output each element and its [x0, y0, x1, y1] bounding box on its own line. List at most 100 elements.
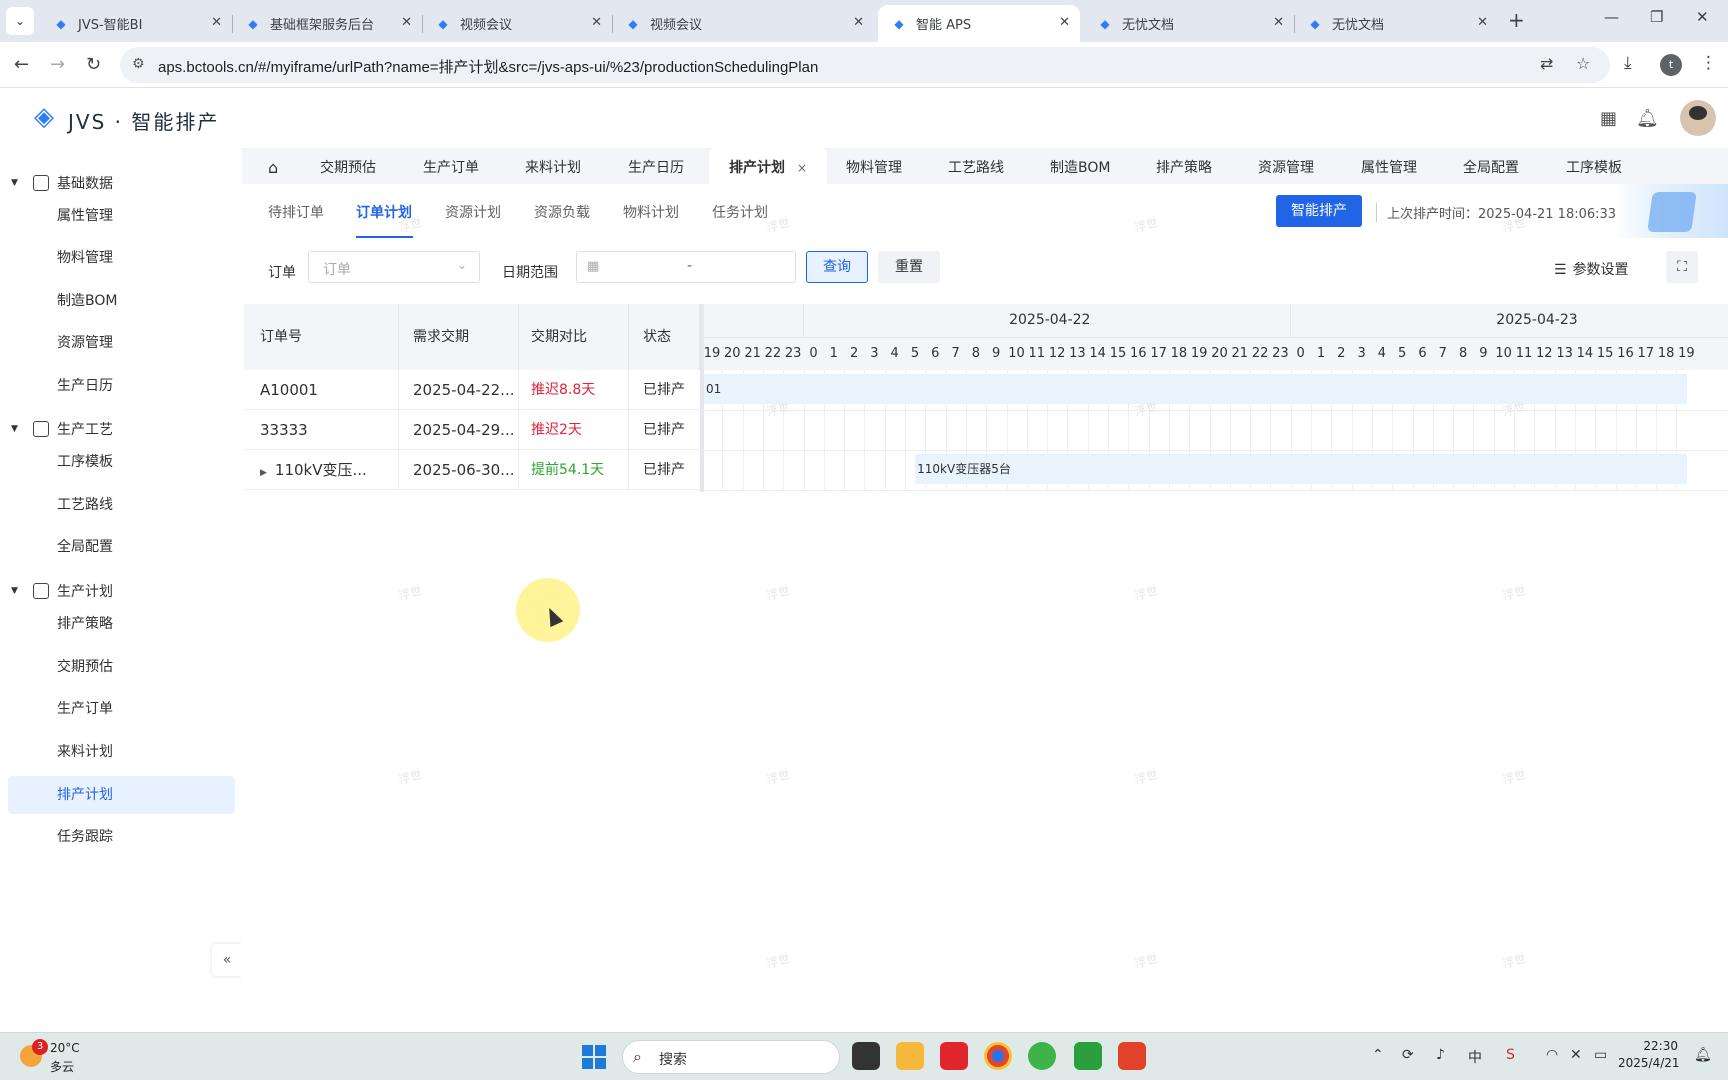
column-header-status[interactable]: 状态: [629, 304, 700, 370]
sidebar-item-production-order[interactable]: 生产订单: [8, 690, 235, 728]
taskbar-search[interactable]: ⌕ 搜索: [622, 1040, 840, 1074]
wechat-icon[interactable]: [1028, 1042, 1056, 1070]
reload-icon[interactable]: ↻: [86, 54, 101, 75]
close-page-tab-icon[interactable]: ×: [797, 161, 807, 175]
browser-tab[interactable]: ◆ 无忧文档 ✕: [1084, 5, 1295, 42]
volume-muted-icon[interactable]: ✕: [1570, 1047, 1582, 1063]
gantt-bar[interactable]: 01: [704, 374, 1687, 404]
subtab-task-plan[interactable]: 任务计划: [712, 202, 768, 222]
page-tab[interactable]: 制造BOM: [1050, 148, 1110, 184]
window-close-icon[interactable]: ✕: [1696, 8, 1709, 26]
home-icon[interactable]: ⌂: [268, 158, 278, 177]
sidebar-item-delivery-estimate[interactable]: 交期预估: [8, 648, 235, 686]
screen-recorder-icon[interactable]: [1118, 1042, 1146, 1070]
page-tab[interactable]: 工艺路线: [948, 148, 1004, 184]
order-select[interactable]: 订单 ⌄: [308, 251, 480, 283]
table-row[interactable]: A10001 2025-04-22... 推迟8.8天 已排产: [244, 370, 700, 410]
sidebar-item-task-tracking[interactable]: 任务跟踪: [8, 818, 235, 856]
close-tab-icon[interactable]: ✕: [853, 15, 864, 30]
close-tab-icon[interactable]: ✕: [1059, 15, 1070, 30]
browser-tab[interactable]: ◆ JVS-智能BI ✕: [40, 5, 233, 42]
table-row[interactable]: ▶ 110kV变压... 2025-06-30... 提前54.1天 已排产: [244, 450, 700, 490]
file-explorer-icon[interactable]: [896, 1042, 924, 1070]
reset-button[interactable]: 重置: [878, 251, 940, 283]
minimize-icon[interactable]: —: [1604, 8, 1619, 26]
page-tab[interactable]: 全局配置: [1463, 148, 1519, 184]
user-avatar[interactable]: [1680, 100, 1716, 136]
task-view-icon[interactable]: [852, 1042, 880, 1070]
apps-grid-icon[interactable]: ▦: [1600, 108, 1617, 129]
sidebar-item-scheduling-strategy[interactable]: 排产策略: [8, 605, 235, 643]
bookmark-star-icon[interactable]: ☆: [1576, 54, 1590, 73]
weather-widget[interactable]: 3 20°C 多云: [18, 1039, 128, 1075]
page-tab[interactable]: 资源管理: [1258, 148, 1314, 184]
chrome-icon[interactable]: [984, 1042, 1012, 1070]
date-range-picker[interactable]: ▦ -: [576, 251, 796, 283]
back-icon[interactable]: ←: [14, 54, 29, 75]
windows-start-icon[interactable]: [582, 1045, 606, 1069]
browser-tab[interactable]: ◆ 视频会议 ✕: [422, 5, 613, 42]
smart-schedule-button[interactable]: 智能排产: [1276, 195, 1362, 227]
download-icon[interactable]: ⤓: [1624, 53, 1632, 73]
ide-app-icon[interactable]: [1074, 1042, 1102, 1070]
sidebar-group-process[interactable]: ▼ 生产工艺: [0, 412, 242, 446]
page-tab[interactable]: 工序模板: [1566, 148, 1622, 184]
sidebar-item-routing[interactable]: 工艺路线: [8, 486, 235, 524]
close-tab-icon[interactable]: ✕: [1273, 15, 1284, 30]
close-tab-icon[interactable]: ✕: [1477, 15, 1488, 30]
wifi-icon[interactable]: ◠: [1546, 1047, 1558, 1063]
forward-icon[interactable]: →: [50, 54, 65, 75]
notification-bell-icon[interactable]: 🔔︎: [1636, 108, 1659, 129]
sidebar-item-material-mgmt[interactable]: 物料管理: [8, 239, 235, 277]
sidebar-item-incoming-material[interactable]: 来料计划: [8, 733, 235, 771]
ime-indicator[interactable]: 中: [1468, 1047, 1482, 1067]
close-tab-icon[interactable]: ✕: [591, 15, 602, 30]
close-tab-icon[interactable]: ✕: [401, 15, 412, 30]
page-tab[interactable]: 生产日历: [628, 148, 684, 184]
page-tab[interactable]: 生产订单: [423, 148, 479, 184]
microphone-icon[interactable]: ♪: [1436, 1047, 1445, 1063]
page-tab[interactable]: 物料管理: [846, 148, 902, 184]
browser-menu-icon[interactable]: ⋮: [1700, 53, 1717, 73]
param-settings-button[interactable]: ☰ 参数设置: [1554, 259, 1629, 279]
browser-tab[interactable]: ◆ 视频会议 ✕: [612, 5, 874, 42]
tab-search-menu-icon[interactable]: ⌄: [6, 7, 34, 35]
page-tab[interactable]: 排产策略: [1156, 148, 1212, 184]
new-tab-icon[interactable]: +: [1508, 8, 1525, 32]
browser-tab[interactable]: ◆ 基础框架服务后台 ✕: [232, 5, 423, 42]
sidebar-group-basic-data[interactable]: ▼ 基础数据: [0, 166, 242, 200]
column-header-order-no[interactable]: 订单号: [244, 304, 399, 370]
profile-avatar[interactable]: t: [1660, 54, 1682, 76]
page-tab[interactable]: 属性管理: [1361, 148, 1417, 184]
notification-center-icon[interactable]: 🔔︎: [1694, 1047, 1712, 1063]
table-row[interactable]: 33333 2025-04-29... 推迟2天 已排产: [244, 410, 700, 450]
page-tab[interactable]: 来料计划: [525, 148, 581, 184]
page-tab-active[interactable]: 排产计划 ×: [709, 148, 828, 184]
column-header-compare[interactable]: 交期对比: [519, 304, 629, 370]
sidebar-item-bom[interactable]: 制造BOM: [8, 282, 235, 320]
restore-icon[interactable]: ❐: [1650, 8, 1663, 26]
translate-icon[interactable]: ⇄: [1540, 54, 1553, 73]
browser-tab-active[interactable]: ◆ 智能 APS ✕: [878, 5, 1080, 42]
subtab-pending-orders[interactable]: 待排订单: [268, 202, 324, 222]
fullscreen-icon[interactable]: ⛶: [1666, 251, 1698, 283]
site-info-icon[interactable]: ⚙: [132, 56, 145, 72]
subtab-resource-load[interactable]: 资源负载: [534, 202, 590, 222]
antivirus-icon[interactable]: S: [1506, 1047, 1515, 1063]
sidebar-item-production-calendar[interactable]: 生产日历: [8, 367, 235, 405]
gantt-bar[interactable]: 110kV变压器5台: [915, 454, 1687, 484]
sidebar-item-resource-mgmt[interactable]: 资源管理: [8, 324, 235, 362]
subtab-resource-plan[interactable]: 资源计划: [445, 202, 501, 222]
page-tab[interactable]: 交期预估: [320, 148, 376, 184]
sidebar-item-scheduling-plan[interactable]: 排产计划: [8, 776, 235, 814]
address-bar[interactable]: ⚙ aps.bctools.cn/#/myiframe/urlPath?name…: [120, 47, 1610, 83]
system-clock[interactable]: 22:30 2025/4/21: [1618, 1038, 1680, 1072]
wps-office-icon[interactable]: [940, 1042, 968, 1070]
collapse-sidebar-icon[interactable]: «: [212, 944, 242, 976]
browser-tab[interactable]: ◆ 无忧文档 ✕: [1294, 5, 1498, 42]
expand-row-icon[interactable]: ▶: [260, 468, 267, 478]
subtab-material-plan[interactable]: 物料计划: [623, 202, 679, 222]
sidebar-item-global-config[interactable]: 全局配置: [8, 528, 235, 566]
tray-overflow-icon[interactable]: ⌃: [1372, 1047, 1384, 1063]
close-tab-icon[interactable]: ✕: [211, 15, 222, 30]
